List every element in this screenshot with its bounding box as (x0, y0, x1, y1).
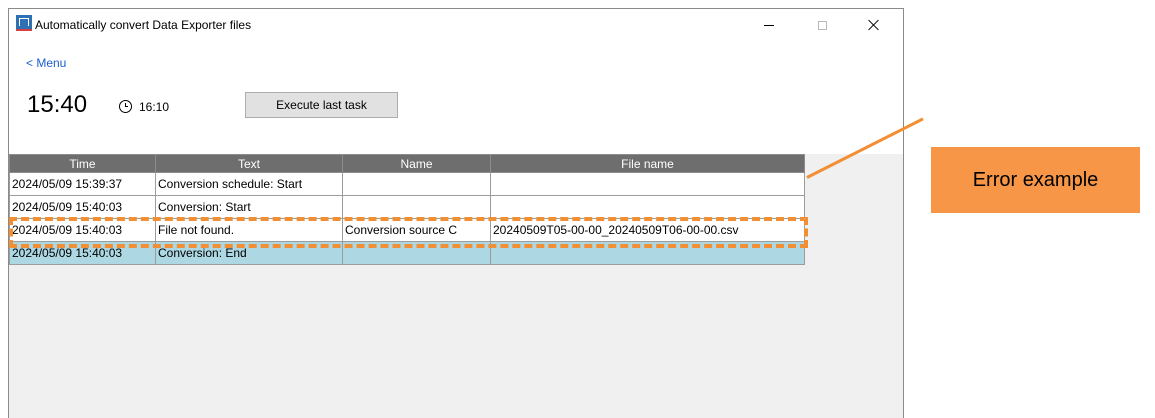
table-row[interactable]: 2024/05/09 15:40:03 Conversion: Start (9, 195, 805, 219)
app-window: Automatically convert Data Exporter file… (8, 8, 904, 418)
cell-time: 2024/05/09 15:40:03 (9, 218, 156, 242)
log-panel: Time Text Name File name 2024/05/09 15:3… (9, 154, 903, 418)
title-bar[interactable]: Automatically convert Data Exporter file… (9, 9, 903, 41)
error-example-callout: Error example (931, 147, 1140, 213)
cell-file-name (490, 172, 805, 196)
app-icon (16, 15, 32, 31)
back-to-menu-link[interactable]: < Menu (26, 56, 66, 70)
table-row-error[interactable]: 2024/05/09 15:40:03 File not found. Conv… (9, 218, 805, 242)
close-button[interactable] (851, 9, 897, 41)
cell-text: Conversion schedule: Start (155, 172, 343, 196)
cell-time: 2024/05/09 15:40:03 (9, 241, 156, 265)
table-row[interactable]: 2024/05/09 15:39:37 Conversion schedule:… (9, 172, 805, 196)
table-row-selected[interactable]: 2024/05/09 15:40:03 Conversion: End (9, 241, 805, 265)
cell-name (342, 195, 491, 219)
maximize-icon (817, 20, 827, 30)
scheduled-time: 16:10 (139, 100, 170, 114)
maximize-button[interactable] (799, 9, 845, 41)
column-header-time[interactable]: Time (9, 154, 156, 173)
current-time: 15:40 (27, 91, 88, 118)
cell-name (342, 241, 491, 265)
cell-file-name: 20240509T05-00-00_20240509T06-00-00.csv (490, 218, 805, 242)
minimize-icon (764, 24, 774, 26)
log-table: Time Text Name File name 2024/05/09 15:3… (9, 154, 805, 265)
column-header-name[interactable]: Name (342, 154, 491, 173)
cell-name: Conversion source C (342, 218, 491, 242)
column-header-file-name[interactable]: File name (490, 154, 805, 173)
table-header-row: Time Text Name File name (9, 154, 805, 173)
cell-text: Conversion: Start (155, 195, 343, 219)
cell-text: Conversion: End (155, 241, 343, 265)
alarm-clock-icon (119, 100, 132, 113)
column-header-text[interactable]: Text (155, 154, 343, 173)
minimize-button[interactable] (746, 9, 792, 41)
cell-time: 2024/05/09 15:39:37 (9, 172, 156, 196)
cell-time: 2024/05/09 15:40:03 (9, 195, 156, 219)
cell-file-name (490, 241, 805, 265)
cell-file-name (490, 195, 805, 219)
execute-last-task-button[interactable]: Execute last task (245, 92, 398, 118)
cell-name (342, 172, 491, 196)
window-title: Automatically convert Data Exporter file… (35, 18, 252, 32)
close-icon (868, 19, 880, 31)
cell-text: File not found. (155, 218, 343, 242)
